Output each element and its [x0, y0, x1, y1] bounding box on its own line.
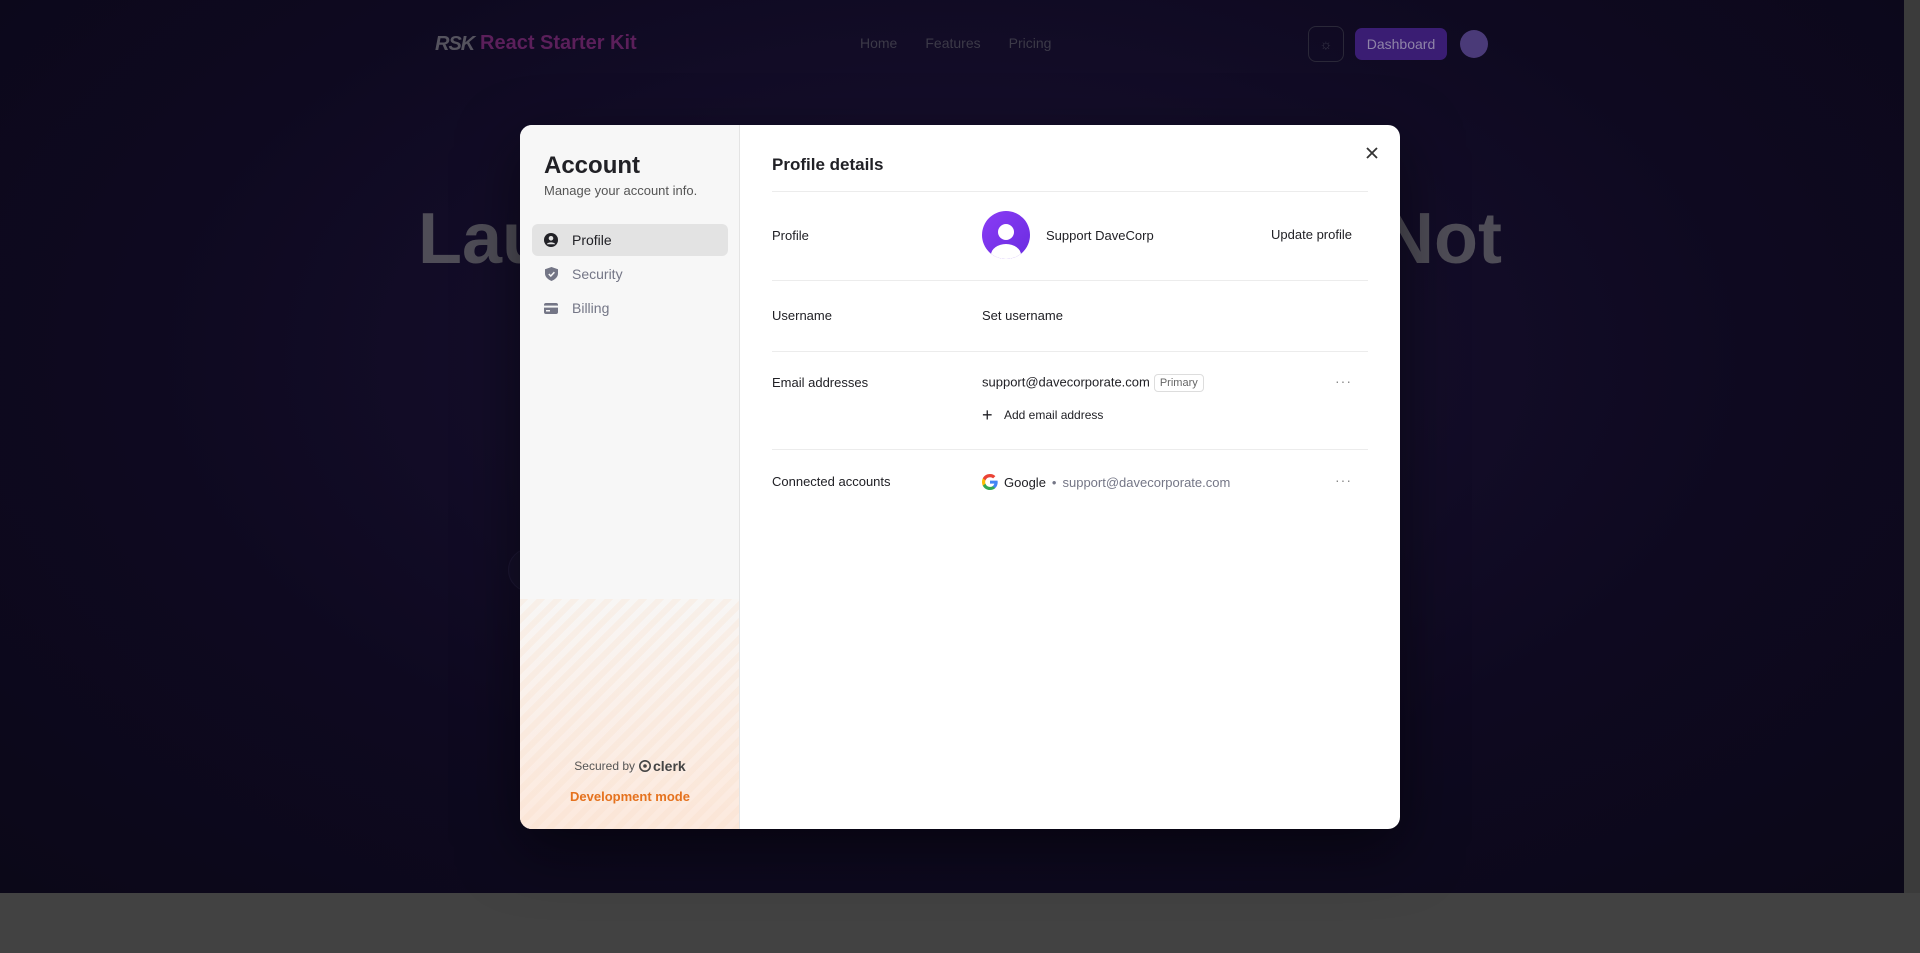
clerk-icon [639, 760, 651, 772]
primary-email-row: support@davecorporate.com Primary [982, 374, 1204, 392]
connected-options-button[interactable]: ··· [1335, 472, 1352, 488]
secured-by: Secured by clerk [520, 758, 739, 774]
username-label: Username [772, 308, 832, 323]
background-dashboard-button: Dashboard [1355, 28, 1447, 60]
connected-account-row: Google • support@davecorporate.com [982, 474, 1230, 490]
background-footer-strip [0, 893, 1920, 953]
background-logo: RSK [435, 33, 475, 55]
add-email-label: Add email address [1004, 408, 1104, 422]
add-email-button[interactable]: + Add email address [982, 405, 1104, 425]
plus-icon: + [982, 405, 993, 425]
sidebar-item-security[interactable]: Security [532, 258, 728, 290]
update-profile-button[interactable]: Update profile [1271, 227, 1352, 242]
divider [772, 449, 1368, 450]
sidebar-item-label: Security [572, 266, 623, 282]
nav-link-home: Home [860, 35, 898, 51]
email-addresses-label: Email addresses [772, 375, 869, 390]
email-options-button[interactable]: ··· [1335, 373, 1352, 389]
close-icon[interactable] [1360, 141, 1384, 165]
background-nav-links: Home Features Pricing [860, 35, 1051, 51]
divider [772, 191, 1368, 192]
sidebar-item-profile[interactable]: Profile [532, 224, 728, 256]
clerk-label: clerk [653, 758, 686, 774]
modal-sidebar: Account Manage your account info. Profil… [520, 125, 740, 829]
google-icon [982, 474, 998, 490]
connected-provider: Google [1004, 474, 1046, 490]
scrollbar[interactable] [1904, 0, 1920, 893]
profile-name: Support DaveCorp [1046, 228, 1154, 243]
background-navbar: RSK React Starter Kit Home Features Pric… [0, 0, 1904, 88]
sidebar-item-label: Billing [572, 300, 610, 316]
divider [772, 280, 1368, 281]
development-mode-label: Development mode [570, 789, 690, 804]
sidebar-title: Account [544, 152, 640, 179]
account-modal: Account Manage your account info. Profil… [520, 125, 1400, 829]
page-title: Profile details [772, 155, 884, 174]
theme-toggle-icon: ☼ [1308, 26, 1344, 62]
clerk-logo[interactable]: clerk [639, 758, 686, 774]
primary-badge: Primary [1153, 374, 1204, 392]
set-username-button[interactable]: Set username [982, 308, 1063, 323]
background-avatar [1460, 30, 1488, 58]
background-brand: React Starter Kit [480, 32, 637, 54]
profile-label: Profile [772, 228, 809, 243]
nav-link-features: Features [925, 35, 981, 51]
sidebar-item-billing[interactable]: Billing [532, 292, 728, 324]
modal-main: Profile details Profile Support DaveCorp… [740, 125, 1400, 829]
connected-email: support@davecorporate.com [1062, 474, 1231, 490]
primary-email: support@davecorporate.com [982, 374, 1150, 390]
user-circle-icon [544, 233, 558, 247]
connected-accounts-label: Connected accounts [772, 474, 891, 489]
credit-card-icon [544, 301, 558, 315]
connected-separator: • [1051, 474, 1057, 490]
sidebar-subtitle: Manage your account info. [544, 183, 698, 198]
nav-link-pricing: Pricing [1008, 35, 1052, 51]
shield-icon [544, 267, 558, 281]
sidebar-nav: Profile Security Billing [532, 224, 728, 326]
divider [772, 351, 1368, 352]
sidebar-item-label: Profile [572, 232, 612, 248]
avatar [982, 211, 1030, 259]
secured-by-label: Secured by [574, 759, 635, 773]
